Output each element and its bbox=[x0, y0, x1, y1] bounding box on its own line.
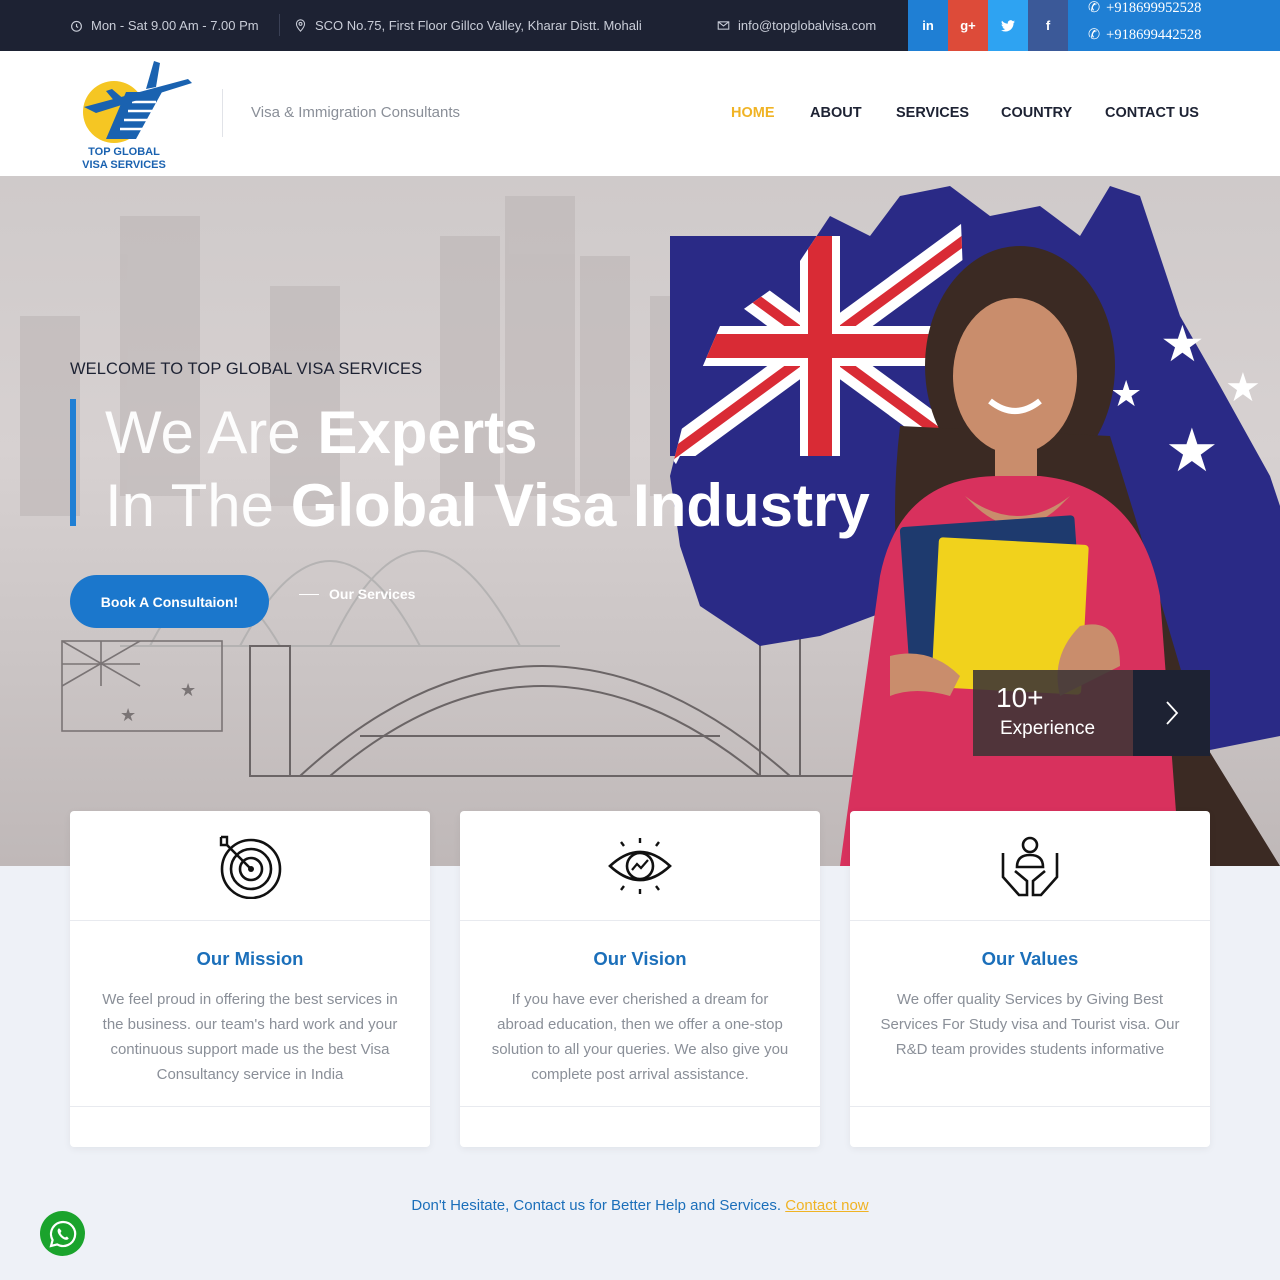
card-icon-area bbox=[850, 811, 1210, 921]
logo-line-2: VISA SERVICES bbox=[82, 159, 166, 171]
values-card: Our Values We offer quality Services by … bbox=[850, 811, 1210, 1147]
phone-icon: ✆ bbox=[1088, 27, 1101, 43]
facebook-icon: f bbox=[1045, 18, 1051, 33]
svg-text:★: ★ bbox=[120, 705, 136, 725]
nav-contact-us[interactable]: CONTACT US bbox=[1105, 105, 1199, 121]
card-text: If you have ever cherished a dream for a… bbox=[491, 991, 789, 1083]
hero-line1-thin: We Are bbox=[105, 399, 318, 466]
logo-line-1: TOP GLOBAL bbox=[88, 146, 160, 158]
card-title: Our Vision bbox=[593, 948, 687, 969]
experience-box: 10+ Experience bbox=[973, 670, 1133, 756]
svg-text:★: ★ bbox=[1160, 316, 1205, 372]
target-icon bbox=[219, 835, 282, 899]
address-text: SCO No.75, First Floor Gillco Valley, Kh… bbox=[315, 18, 642, 33]
experience-number: 10+ bbox=[996, 682, 1044, 713]
clock-icon bbox=[71, 20, 82, 32]
nav-services[interactable]: SERVICES bbox=[896, 105, 969, 121]
chevron-right-icon bbox=[1165, 701, 1178, 725]
cta-text: Don't Hesitate, Contact us for Better He… bbox=[411, 1197, 786, 1214]
google-plus-button[interactable]: g+ bbox=[948, 0, 988, 51]
vision-card: Our Vision If you have ever cherished a … bbox=[460, 811, 820, 1147]
divider bbox=[460, 1106, 820, 1107]
address-info: SCO No.75, First Floor Gillco Valley, Kh… bbox=[294, 0, 642, 51]
experience-label: Experience bbox=[1000, 718, 1096, 739]
whatsapp-icon bbox=[48, 1220, 76, 1248]
twitter-icon bbox=[1001, 19, 1015, 32]
logo-plane-icon bbox=[83, 61, 192, 143]
eye-icon bbox=[608, 837, 672, 894]
svg-text:★: ★ bbox=[1165, 417, 1219, 484]
email-text: info@topglobalvisa.com bbox=[738, 18, 877, 33]
site-header: TOP GLOBAL VISA SERVICES Visa & Immigrat… bbox=[0, 51, 1280, 176]
next-arrow-button[interactable] bbox=[1133, 670, 1210, 756]
card-text: We feel proud in offering the best servi… bbox=[102, 991, 398, 1083]
email-link[interactable]: info@topglobalvisa.com bbox=[717, 0, 876, 51]
tagline: Visa & Immigration Consultants bbox=[251, 104, 460, 121]
svg-text:★: ★ bbox=[1225, 366, 1261, 410]
dash-icon bbox=[299, 593, 319, 595]
divider bbox=[70, 1106, 430, 1107]
our-services-label: Our Services bbox=[329, 586, 416, 602]
phone-1-text: +918699952528 bbox=[1106, 0, 1202, 16]
hands-person-icon bbox=[1001, 836, 1059, 896]
nav-home[interactable]: HOME bbox=[731, 105, 775, 121]
phone-2[interactable]: ✆ +918699442528 bbox=[1088, 27, 1201, 44]
phone-1[interactable]: ✆ +918699952528 bbox=[1088, 0, 1201, 17]
nav-country[interactable]: COUNTRY bbox=[1001, 105, 1072, 121]
svg-text:★: ★ bbox=[1110, 373, 1142, 414]
hero-line2-bold: Global Visa Industry bbox=[290, 472, 870, 539]
hours-info: Mon - Sat 9.00 Am - 7.00 Pm bbox=[70, 0, 259, 51]
mission-card: Our Mission We feel proud in offering th… bbox=[70, 811, 430, 1147]
envelope-icon bbox=[717, 21, 730, 30]
hero-line2-thin: In The bbox=[105, 472, 291, 539]
card-icon-area bbox=[70, 811, 430, 921]
location-pin-icon bbox=[295, 19, 306, 32]
divider bbox=[279, 14, 280, 36]
hero-line1-bold: Experts bbox=[317, 399, 538, 466]
contact-now-link[interactable]: Contact now bbox=[785, 1197, 868, 1214]
logo-text: TOP GLOBAL VISA SERVICES bbox=[76, 146, 172, 172]
nav-about[interactable]: ABOUT bbox=[810, 105, 862, 121]
twitter-button[interactable] bbox=[988, 0, 1028, 51]
google-plus-icon: g+ bbox=[960, 18, 976, 33]
whatsapp-button[interactable] bbox=[40, 1211, 85, 1256]
facebook-button[interactable]: f bbox=[1028, 0, 1068, 51]
linkedin-button[interactable]: in bbox=[908, 0, 948, 51]
phone-2-text: +918699442528 bbox=[1106, 27, 1202, 43]
divider bbox=[222, 89, 223, 137]
hero-section: ★ ★ ★ ★ ★ ★ WELCOME TO TOP GLOBAL VISA S… bbox=[0, 176, 1280, 866]
our-services-link[interactable]: Our Services bbox=[299, 586, 415, 602]
top-bar: Mon - Sat 9.00 Am - 7.00 Pm SCO No.75, F… bbox=[0, 0, 1280, 51]
hours-text: Mon - Sat 9.00 Am - 7.00 Pm bbox=[91, 18, 259, 33]
card-text: We offer quality Services by Giving Best… bbox=[880, 991, 1180, 1058]
book-consultation-button[interactable]: Book A Consultaion! bbox=[70, 575, 269, 628]
hero-title: We Are Experts In The Global Visa Indust… bbox=[105, 396, 870, 542]
phone-icon: ✆ bbox=[1088, 0, 1101, 16]
linkedin-icon: in bbox=[922, 18, 934, 33]
card-icon-area bbox=[460, 811, 820, 921]
hero-accent-bar bbox=[70, 399, 76, 526]
card-title: Our Values bbox=[981, 948, 1079, 969]
contact-cta: Don't Hesitate, Contact us for Better He… bbox=[0, 1197, 1280, 1214]
site-logo[interactable]: TOP GLOBAL VISA SERVICES bbox=[76, 57, 196, 175]
phone-box: ✆ +918699952528 ✆ +918699442528 bbox=[1068, 0, 1280, 51]
divider bbox=[850, 1106, 1210, 1107]
svg-text:★: ★ bbox=[180, 680, 196, 700]
hero-kicker: WELCOME TO TOP GLOBAL VISA SERVICES bbox=[70, 360, 423, 378]
card-title: Our Mission bbox=[196, 948, 304, 969]
